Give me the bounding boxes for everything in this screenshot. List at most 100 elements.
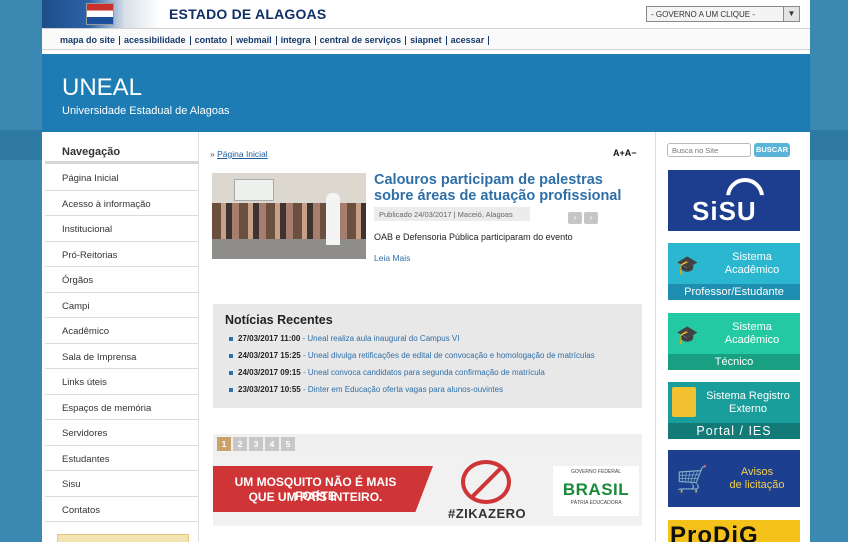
bullet-icon — [229, 387, 233, 392]
nav-item-pagina-inicial[interactable]: Página Inicial — [45, 165, 199, 191]
nav-item-contatos[interactable]: Contatos — [45, 497, 199, 522]
recent-news-box: Notícias Recentes 27/03/2017 11:00 - Une… — [213, 304, 642, 408]
left-navigation: Navegação Página Inicial Acesso à inform… — [45, 132, 199, 542]
nav-item-pro-reitorias[interactable]: Pró-Reitorias — [45, 242, 199, 267]
tile-line-2: Acadêmico — [724, 264, 780, 276]
pager-page-1[interactable]: 1 — [217, 437, 231, 451]
featured-news-image[interactable] — [212, 173, 366, 259]
zika-hashtag: #ZIKAZERO — [448, 506, 527, 521]
sistema-registro-externo-banner[interactable]: Sistema Registro Externo Portal / IES — [668, 382, 800, 439]
sisu-banner[interactable]: SiSU — [668, 170, 800, 231]
tile-footer: Portal / IES — [668, 423, 800, 439]
featured-news-arrows: ‹ › — [568, 207, 600, 225]
nav-item-servidores[interactable]: Servidores — [45, 420, 199, 446]
tile-line-2: Externo — [729, 403, 767, 415]
news-date: 24/03/2017 09:15 — [238, 368, 301, 377]
pager-page-5[interactable]: 5 — [281, 437, 295, 451]
featured-news-meta: Publicado 24/03/2017 | Maceió, Alagoas — [374, 207, 530, 221]
site-header-banner: UNEAL Universidade Estadual de Alagoas — [42, 54, 810, 132]
tile-line-1: Sistema Registro — [706, 390, 790, 402]
patria-educadora-label: PÁTRIA EDUCADORA — [570, 500, 622, 506]
nav-item-espacos-de-memoria[interactable]: Espaços de memória — [45, 395, 199, 420]
pager-page-4[interactable]: 4 — [265, 437, 279, 451]
breadcrumb-home-link[interactable]: Página Inicial — [217, 149, 268, 159]
chevron-left-icon[interactable]: ‹ — [568, 212, 582, 224]
prodig-logo-text: ProDiG — [670, 522, 759, 542]
nav-item-links-uteis[interactable]: Links úteis — [45, 369, 199, 395]
news-date: 23/03/2017 10:55 — [238, 385, 301, 394]
recent-news-item[interactable]: 24/03/2017 15:25 - Uneal divulga retific… — [229, 351, 595, 368]
pager-page-3[interactable]: 3 — [249, 437, 263, 451]
toplink-siapnet[interactable]: siapnet — [406, 36, 447, 45]
read-more-link[interactable]: Leia Mais — [374, 253, 410, 263]
toplink-integra[interactable]: integra — [277, 36, 316, 45]
state-title[interactable]: ESTADO DE ALAGOAS — [169, 6, 326, 22]
government-bar: ESTADO DE ALAGOAS - GOVERNO A UM CLIQUE … — [42, 0, 810, 28]
toplink-mapa-do-site[interactable]: mapa do site — [60, 36, 121, 45]
zika-message-box: UM MOSQUITO NÃO É MAIS FORTE QUE UM PAÍS… — [213, 466, 433, 512]
tile-line-1: Avisos — [740, 466, 774, 478]
tile-line-2: Acadêmico — [724, 334, 780, 346]
nav-promo-banner[interactable] — [57, 534, 189, 542]
font-size-control[interactable]: A+A− — [613, 148, 637, 158]
state-flag-icon — [86, 3, 114, 25]
site-name[interactable]: UNEAL — [62, 74, 142, 102]
bullet-icon — [229, 353, 233, 358]
nav-item-estudantes[interactable]: Estudantes — [45, 446, 199, 471]
nav-item-sala-de-imprensa[interactable]: Sala de Imprensa — [45, 344, 199, 369]
news-link[interactable]: Uneal convoca candidatos para segunda co… — [308, 368, 545, 377]
gov-federal-label: GOVERNO FEDERAL — [570, 469, 621, 475]
chevron-down-icon[interactable]: ▼ — [783, 7, 799, 21]
graduation-cap-icon: 🎓 — [676, 255, 699, 275]
folder-icon — [672, 387, 696, 417]
recent-news-item[interactable]: 24/03/2017 09:15 - Uneal convoca candida… — [229, 368, 595, 385]
chevron-right-icon[interactable]: › — [584, 212, 598, 224]
nav-item-sisu[interactable]: Sisu — [45, 471, 199, 497]
avisos-de-licitacao-banner[interactable]: 🛒 Avisos de licitação — [668, 450, 800, 507]
banner-pager: 1 2 3 4 5 — [213, 434, 642, 456]
sisu-logo-text: SiSU — [692, 196, 757, 226]
nav-item-acesso-a-informacao[interactable]: Acesso à informação — [45, 191, 199, 216]
nav-divider — [45, 161, 199, 164]
search-input[interactable]: Busca no Site — [667, 143, 751, 157]
dropdown-selected-value: - GOVERNO A UM CLIQUE - — [651, 10, 756, 19]
state-emblem[interactable] — [42, 0, 160, 28]
breadcrumb-separator: » — [210, 149, 215, 159]
toplink-central-de-servicos[interactable]: central de serviços — [316, 36, 407, 45]
nav-item-orgaos[interactable]: Órgãos — [45, 267, 199, 293]
tile-line-2: de licitação — [729, 479, 785, 491]
recent-news-title: Notícias Recentes — [225, 313, 333, 327]
nav-item-campi[interactable]: Campi — [45, 293, 199, 318]
gov-services-dropdown[interactable]: - GOVERNO A UM CLIQUE - ▼ — [646, 6, 800, 22]
bullet-icon — [229, 370, 233, 375]
brasil-label: BRASIL — [562, 480, 630, 499]
sistema-academico-tecnico-banner[interactable]: 🎓 Sistema Acadêmico Técnico — [668, 313, 800, 370]
zika-campaign-banner[interactable]: UM MOSQUITO NÃO É MAIS FORTE QUE UM PAÍS… — [213, 456, 642, 526]
top-links-bar: mapa do site acessibilidade contato webmail… — [42, 28, 810, 50]
prodig-banner[interactable]: ProDiG — [668, 520, 800, 542]
search-button[interactable]: BUSCAR — [754, 143, 790, 157]
news-date: 27/03/2017 11:00 — [238, 334, 301, 343]
site-subtitle: Universidade Estadual de Alagoas — [62, 105, 230, 117]
recent-news-item[interactable]: 23/03/2017 10:55 - Dinter em Educação of… — [229, 385, 595, 402]
pager-page-2[interactable]: 2 — [233, 437, 247, 451]
graduation-cap-icon: 🎓 — [676, 325, 699, 345]
photo-window — [234, 179, 274, 201]
nav-item-academico[interactable]: Acadêmico — [45, 318, 199, 344]
toplink-contato[interactable]: contato — [191, 36, 233, 45]
toplink-acessar[interactable]: acessar — [447, 36, 490, 45]
news-date: 24/03/2017 15:25 — [238, 351, 301, 360]
tile-line-1: Sistema — [732, 321, 772, 333]
nav-title: Navegação — [62, 146, 121, 158]
nav-item-institucional[interactable]: Institucional — [45, 216, 199, 242]
news-link[interactable]: Uneal divulga retificações de edital de … — [308, 351, 595, 360]
featured-news-headline[interactable]: Calouros participam de palestras sobre á… — [374, 172, 642, 204]
recent-news-item[interactable]: 27/03/2017 11:00 - Uneal realiza aula in… — [229, 334, 595, 351]
toplink-webmail[interactable]: webmail — [232, 36, 277, 45]
sistema-academico-professor-banner[interactable]: 🎓 Sistema Acadêmico Professor/Estudante — [668, 243, 800, 300]
news-link[interactable]: Uneal realiza aula inaugural do Campus V… — [307, 334, 459, 343]
bullet-icon — [229, 336, 233, 341]
zika-line-2: QUE UM PAÍS INTEIRO. — [248, 490, 383, 504]
news-link[interactable]: Dinter em Educação oferta vagas para alu… — [308, 385, 503, 394]
toplink-acessibilidade[interactable]: acessibilidade — [120, 36, 191, 45]
